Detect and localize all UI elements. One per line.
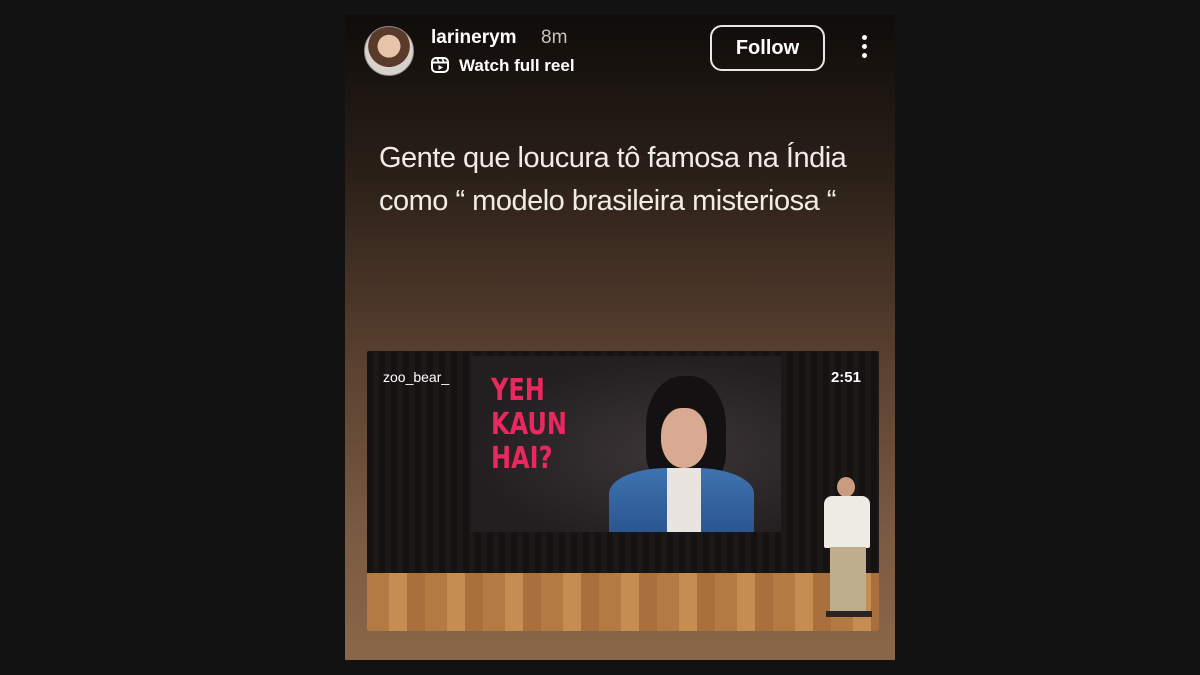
follow-button[interactable]: Follow (710, 25, 825, 71)
speaker-pants (830, 547, 866, 613)
stage-floor (367, 573, 879, 631)
woman-shirt (667, 468, 701, 532)
story-card: larinerym 8m Watch full reel Follow Gent… (345, 15, 895, 660)
caption-line: como “ modelo brasileira misteriosa “ (379, 185, 836, 217)
screen-text: YEH KAUN HAI? (491, 373, 568, 476)
reel-handle[interactable]: zoo_bear_ (383, 369, 449, 385)
post-time: 8m (541, 27, 568, 48)
speaker-shirt (824, 496, 870, 548)
speaker-shoes (826, 611, 872, 617)
story-caption: Gente que loucura tô famosa na Índia com… (379, 137, 879, 223)
reel-duration: 2:51 (830, 369, 861, 386)
watch-full-reel-link[interactable]: Watch full reel (459, 56, 575, 76)
caption-line: Gente que loucura tô famosa na Índia (379, 142, 847, 174)
username[interactable]: larinerym (431, 27, 517, 49)
speaker-figure (837, 477, 855, 497)
story-header: larinerym 8m Watch full reel Follow (345, 15, 895, 95)
avatar[interactable] (364, 26, 414, 76)
reel-preview[interactable]: YEH KAUN HAI? zoo_bear_ 2:51 (367, 351, 879, 631)
woman-face (661, 408, 707, 468)
projection-screen: YEH KAUN HAI? (471, 356, 781, 532)
reel-icon[interactable] (431, 56, 449, 74)
more-options-icon[interactable] (857, 35, 871, 65)
